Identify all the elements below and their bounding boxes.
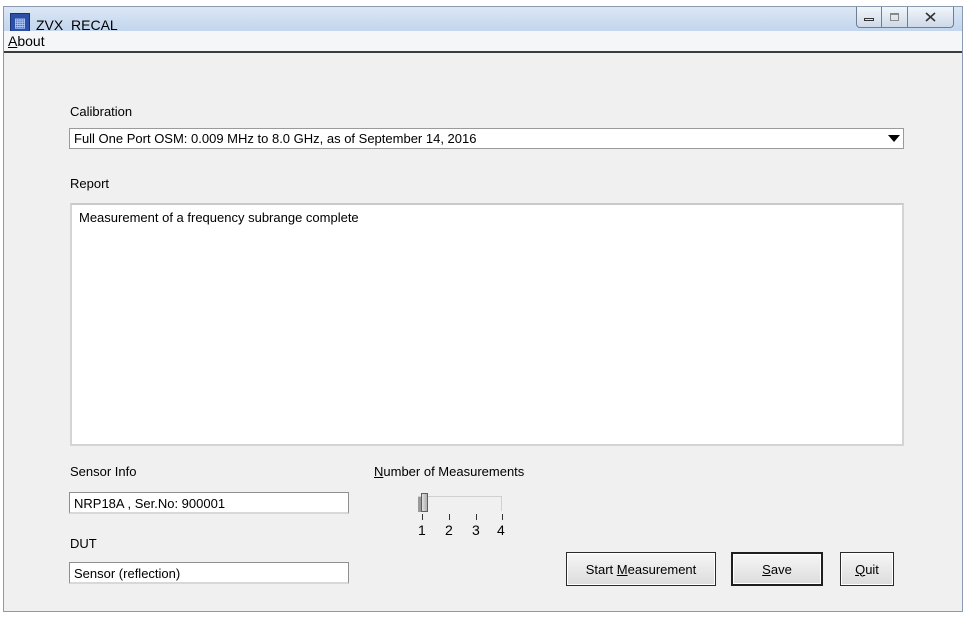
quit-mnemonic: Q [855,561,866,577]
slider-tick [422,514,423,520]
measurements-slider-thumb[interactable] [421,493,428,512]
quit-button[interactable]: Quit [840,552,894,586]
start-measurement-button[interactable]: Start Measurement [566,552,716,586]
start-measurement-label-a: Start [585,561,617,577]
number-of-measurements-label: Number of Measurements [374,464,524,479]
report-textarea[interactable]: Measurement of a frequency subrange comp… [70,203,904,446]
menu-about-label: bout [17,33,45,49]
report-text: Measurement of a frequency subrange comp… [79,210,359,225]
save-label: ave [770,561,792,577]
sensor-info-value: NRP18A , Ser.No: 900001 [74,496,226,511]
maze-icon: ▦ [10,13,30,33]
menu-about[interactable]: About [8,33,45,49]
measurements-slider-track[interactable] [418,496,502,511]
save-mnemonic: S [762,561,771,577]
slider-tick [449,514,450,520]
start-measurement-label-b: easurement [627,561,697,577]
calibration-label: Calibration [70,104,133,119]
quit-label: uit [865,561,879,577]
slider-tick-label: 1 [418,522,426,538]
maximize-button[interactable] [882,7,908,28]
maximize-icon [890,13,899,21]
close-button[interactable] [908,7,954,28]
menu-about-mnemonic: A [8,33,18,49]
slider-tick-label: 3 [472,522,480,538]
slider-tick-label: 4 [497,522,505,538]
dut-label: DUT [70,536,97,551]
report-label: Report [70,176,110,191]
window-controls [856,7,954,28]
slider-tick-label: 2 [445,522,453,538]
calibration-selected-value: Full One Port OSM: 0.009 MHz to 8.0 GHz,… [74,131,477,146]
slider-tick [502,514,503,520]
minimize-icon [864,18,874,21]
dut-value: Sensor (reflection) [74,566,181,581]
sensor-info-label: Sensor Info [70,464,137,479]
minimize-button[interactable] [856,7,882,28]
start-measurement-mnemonic: M [616,561,628,577]
close-icon [925,12,936,22]
sensor-info-field[interactable]: NRP18A , Ser.No: 900001 [69,492,349,514]
dut-field[interactable]: Sensor (reflection) [69,562,349,584]
number-of-measurements-mnemonic: N [374,464,384,479]
dropdown-arrow-icon[interactable] [885,129,903,148]
menu-bar: About [4,31,962,53]
number-of-measurements-label-text: umber of Measurements [383,464,525,479]
calibration-select[interactable]: Full One Port OSM: 0.009 MHz to 8.0 GHz,… [69,128,904,149]
save-button[interactable]: Save [731,552,823,586]
slider-tick [476,514,477,520]
